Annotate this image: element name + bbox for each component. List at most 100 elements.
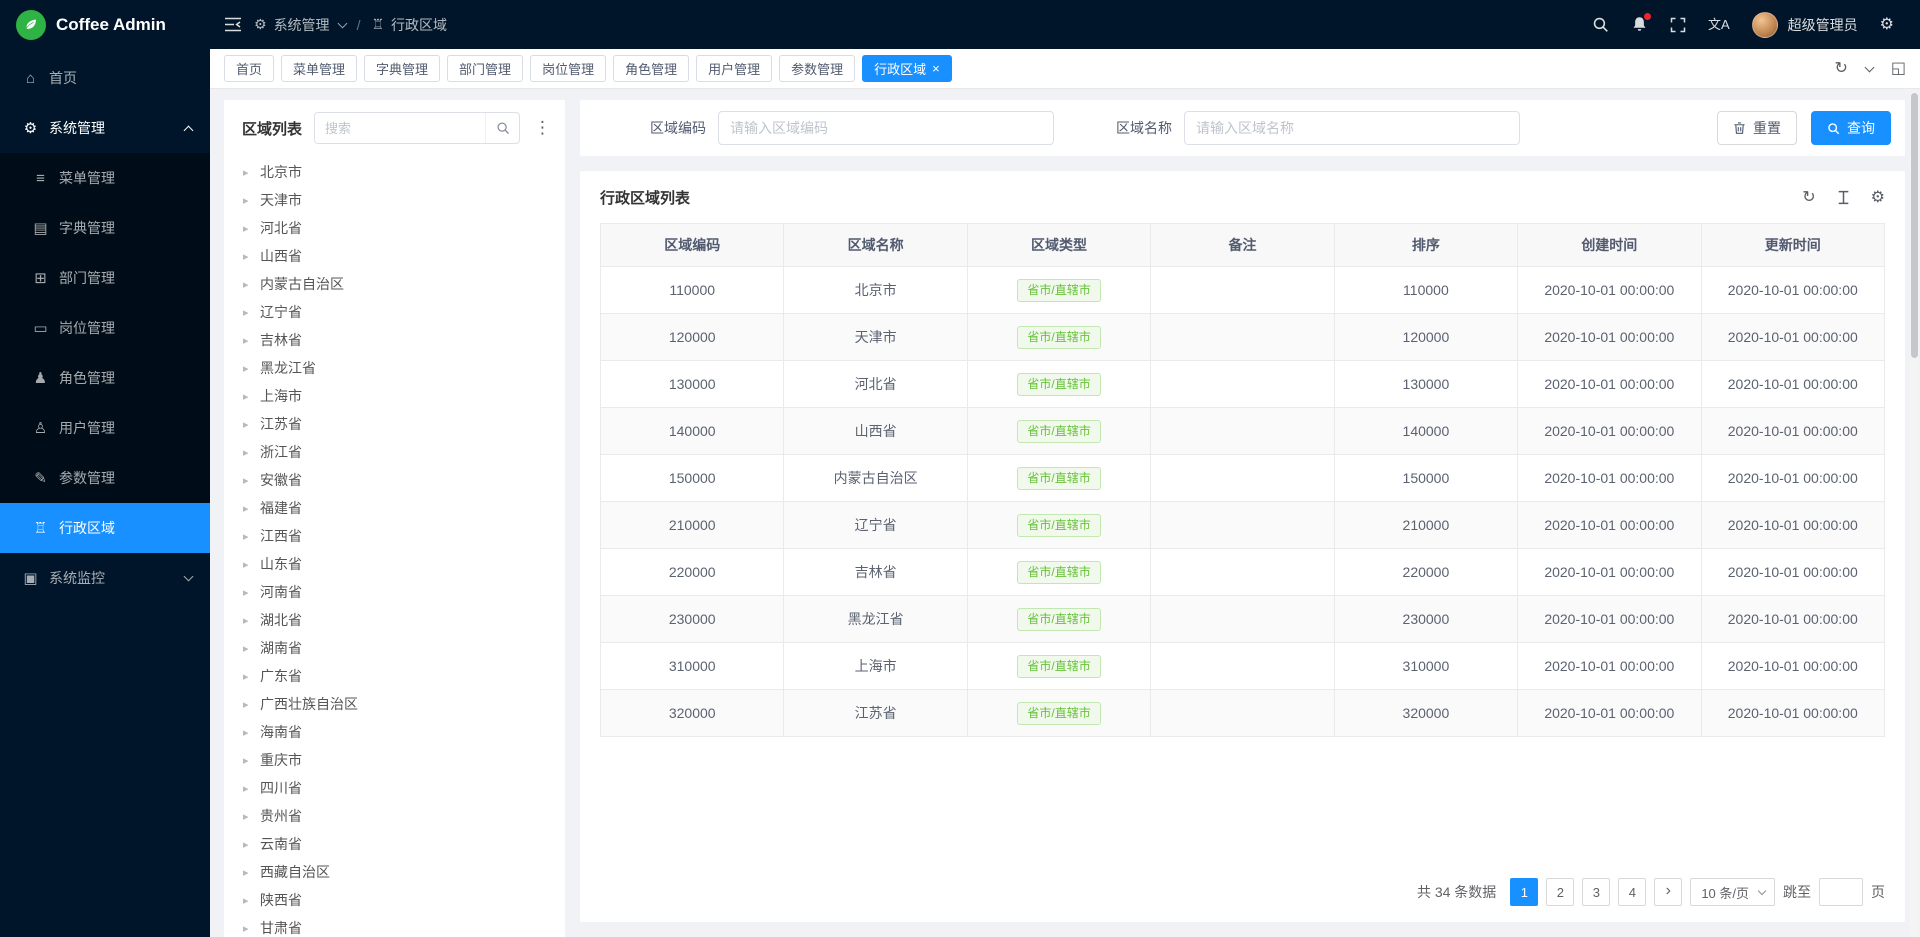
scrollbar-track[interactable] — [1910, 91, 1919, 937]
table-row[interactable]: 120000 天津市 省市/直辖市 120000 2020-10-01 00:0… — [601, 314, 1885, 361]
caret-right-icon[interactable]: ▸ — [243, 698, 251, 711]
chevron-down-icon[interactable] — [1864, 62, 1874, 72]
table-row[interactable]: 130000 河北省 省市/直辖市 130000 2020-10-01 00:0… — [601, 361, 1885, 408]
caret-right-icon[interactable]: ▸ — [243, 390, 251, 403]
tree-item[interactable]: ▸ 山西省 — [224, 242, 565, 270]
table-row[interactable]: 310000 上海市 省市/直辖市 310000 2020-10-01 00:0… — [601, 643, 1885, 690]
caret-right-icon[interactable]: ▸ — [243, 530, 251, 543]
tree-search-icon[interactable] — [485, 113, 519, 143]
caret-right-icon[interactable]: ▸ — [243, 334, 251, 347]
caret-right-icon[interactable]: ▸ — [243, 838, 251, 851]
sidebar-submenu-item[interactable]: ✎ 参数管理 — [0, 453, 210, 503]
sidebar-submenu-item[interactable]: ▭ 岗位管理 — [0, 303, 210, 353]
tree-item[interactable]: ▸ 湖北省 — [224, 606, 565, 634]
caret-right-icon[interactable]: ▸ — [243, 502, 251, 515]
caret-right-icon[interactable]: ▸ — [243, 586, 251, 599]
refresh-icon[interactable]: ↻ — [1802, 190, 1815, 206]
caret-right-icon[interactable]: ▸ — [243, 810, 251, 823]
notification-bell-icon[interactable] — [1631, 16, 1648, 33]
tree-item[interactable]: ▸ 黑龙江省 — [224, 354, 565, 382]
fullscreen-icon[interactable] — [1670, 17, 1686, 33]
caret-right-icon[interactable]: ▸ — [243, 278, 251, 291]
tree-item[interactable]: ▸ 甘肃省 — [224, 914, 565, 937]
page-number-button[interactable]: 2 — [1546, 878, 1574, 906]
caret-right-icon[interactable]: ▸ — [243, 250, 251, 263]
caret-right-icon[interactable]: ▸ — [243, 362, 251, 375]
tab[interactable]: 参数管理 × — [779, 55, 855, 82]
tree-item[interactable]: ▸ 河北省 — [224, 214, 565, 242]
tree-item[interactable]: ▸ 内蒙古自治区 — [224, 270, 565, 298]
caret-right-icon[interactable]: ▸ — [243, 782, 251, 795]
tree-search-input[interactable] — [315, 113, 485, 143]
caret-right-icon[interactable]: ▸ — [243, 222, 251, 235]
username[interactable]: 超级管理员 — [1788, 15, 1858, 35]
tree-item[interactable]: ▸ 江苏省 — [224, 410, 565, 438]
caret-right-icon[interactable]: ▸ — [243, 474, 251, 487]
sidebar-submenu-item[interactable]: ≡ 菜单管理 — [0, 153, 210, 203]
tab[interactable]: 部门管理 × — [447, 55, 523, 82]
page-number-button[interactable]: 3 — [1582, 878, 1610, 906]
tree-item[interactable]: ▸ 辽宁省 — [224, 298, 565, 326]
scrollbar-thumb[interactable] — [1911, 93, 1918, 358]
tree-item[interactable]: ▸ 陕西省 — [224, 886, 565, 914]
tab[interactable]: 行政区域 × — [862, 55, 952, 82]
tree-item[interactable]: ▸ 四川省 — [224, 774, 565, 802]
refresh-icon[interactable]: ↻ — [1834, 61, 1847, 77]
table-row[interactable]: 220000 吉林省 省市/直辖市 220000 2020-10-01 00:0… — [601, 549, 1885, 596]
table-row[interactable]: 150000 内蒙古自治区 省市/直辖市 150000 2020-10-01 0… — [601, 455, 1885, 502]
search-icon[interactable] — [1592, 16, 1609, 33]
more-vertical-icon[interactable]: ⋮ — [532, 118, 553, 138]
sidebar-item-monitor[interactable]: ▣ 系统监控 — [0, 553, 210, 603]
tab[interactable]: 岗位管理 × — [530, 55, 606, 82]
caret-right-icon[interactable]: ▸ — [243, 670, 251, 683]
region-code-input[interactable] — [718, 111, 1054, 145]
close-icon[interactable]: × — [932, 62, 940, 75]
tab[interactable]: 字典管理 × — [364, 55, 440, 82]
tree-item[interactable]: ▸ 贵州省 — [224, 802, 565, 830]
caret-right-icon[interactable]: ▸ — [243, 306, 251, 319]
jump-page-input[interactable] — [1819, 878, 1863, 906]
table-row[interactable]: 140000 山西省 省市/直辖市 140000 2020-10-01 00:0… — [601, 408, 1885, 455]
sidebar-item-home[interactable]: ⌂ 首页 — [0, 53, 210, 103]
sidebar-submenu-item[interactable]: ♙ 用户管理 — [0, 403, 210, 453]
page-number-button[interactable]: 1 — [1510, 878, 1538, 906]
table-row[interactable]: 230000 黑龙江省 省市/直辖市 230000 2020-10-01 00:… — [601, 596, 1885, 643]
tree-item[interactable]: ▸ 上海市 — [224, 382, 565, 410]
tree-item[interactable]: ▸ 重庆市 — [224, 746, 565, 774]
sidebar-submenu-item[interactable]: ▤ 字典管理 — [0, 203, 210, 253]
tree-item[interactable]: ▸ 天津市 — [224, 186, 565, 214]
caret-right-icon[interactable]: ▸ — [243, 866, 251, 879]
sidebar-item-system[interactable]: ⚙ 系统管理 — [0, 103, 210, 153]
row-height-icon[interactable] — [1836, 190, 1851, 205]
tree-item[interactable]: ▸ 西藏自治区 — [224, 858, 565, 886]
tree-item[interactable]: ▸ 海南省 — [224, 718, 565, 746]
tab[interactable]: 用户管理 × — [696, 55, 772, 82]
tree-item[interactable]: ▸ 吉林省 — [224, 326, 565, 354]
caret-right-icon[interactable]: ▸ — [243, 642, 251, 655]
caret-right-icon[interactable]: ▸ — [243, 922, 251, 935]
reset-button[interactable]: 重置 — [1717, 111, 1797, 145]
menu-fold-icon[interactable] — [224, 17, 242, 32]
region-name-input[interactable] — [1184, 111, 1520, 145]
caret-right-icon[interactable]: ▸ — [243, 754, 251, 767]
tree-item[interactable]: ▸ 广东省 — [224, 662, 565, 690]
tree-item[interactable]: ▸ 广西壮族自治区 — [224, 690, 565, 718]
table-row[interactable]: 210000 辽宁省 省市/直辖市 210000 2020-10-01 00:0… — [601, 502, 1885, 549]
column-settings-gear-icon[interactable]: ⚙ — [1871, 190, 1885, 206]
caret-right-icon[interactable]: ▸ — [243, 894, 251, 907]
translate-icon[interactable]: 文A — [1708, 18, 1730, 31]
tree-item[interactable]: ▸ 山东省 — [224, 550, 565, 578]
caret-right-icon[interactable]: ▸ — [243, 166, 251, 179]
caret-right-icon[interactable]: ▸ — [243, 726, 251, 739]
page-number-button[interactable]: 4 — [1618, 878, 1646, 906]
tree-item[interactable]: ▸ 云南省 — [224, 830, 565, 858]
caret-right-icon[interactable]: ▸ — [243, 194, 251, 207]
breadcrumb-root[interactable]: 系统管理 — [274, 15, 330, 35]
search-button[interactable]: 查询 — [1811, 111, 1891, 145]
caret-right-icon[interactable]: ▸ — [243, 614, 251, 627]
next-page-button[interactable]: › — [1654, 878, 1682, 906]
tree-item[interactable]: ▸ 浙江省 — [224, 438, 565, 466]
layout-icon[interactable]: ◱ — [1891, 61, 1906, 77]
table-row[interactable]: 320000 江苏省 省市/直辖市 320000 2020-10-01 00:0… — [601, 690, 1885, 737]
tree-item[interactable]: ▸ 河南省 — [224, 578, 565, 606]
